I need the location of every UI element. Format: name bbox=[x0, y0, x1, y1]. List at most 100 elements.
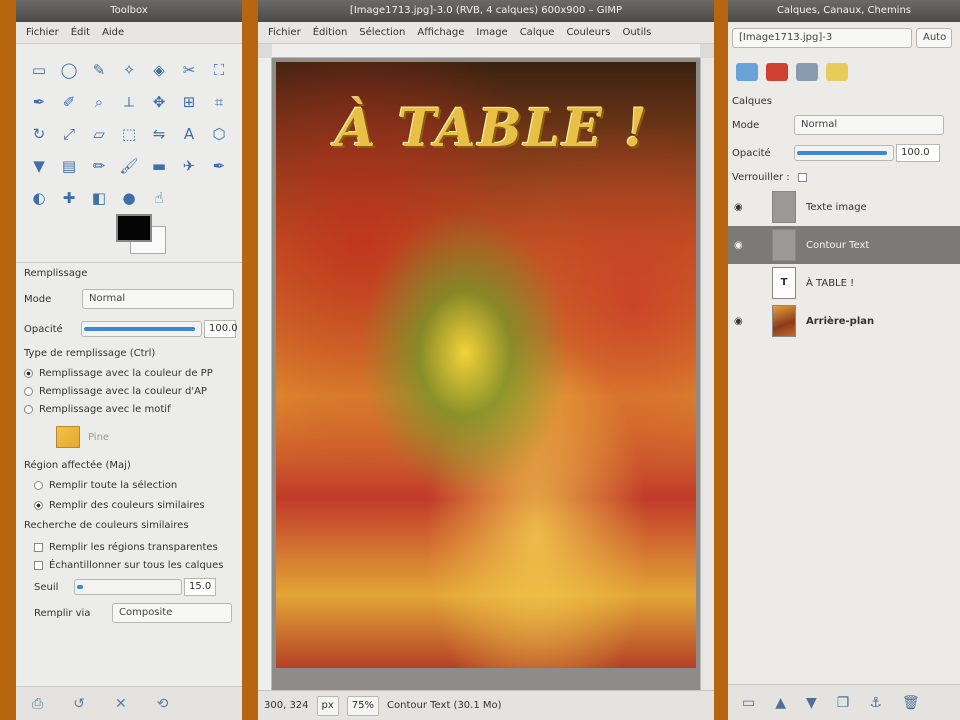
cage-icon[interactable]: ⬡ bbox=[204, 118, 234, 150]
layer-row-3[interactable]: ◉ Arrière-plan bbox=[728, 302, 960, 340]
smudge-icon[interactable]: ☝ bbox=[144, 182, 174, 214]
auto-button[interactable]: Auto bbox=[916, 28, 952, 48]
pencil-icon[interactable]: ✏ bbox=[84, 150, 114, 182]
eraser-icon[interactable]: ▬ bbox=[144, 150, 174, 182]
blend-icon[interactable]: ▤ bbox=[54, 150, 84, 182]
layer-opacity-slider[interactable] bbox=[794, 145, 894, 161]
opacity-spin[interactable]: 100.0 bbox=[204, 320, 238, 338]
check-transparent[interactable]: Remplir les régions transparentes bbox=[34, 538, 236, 556]
mode-select[interactable]: Normal bbox=[82, 289, 234, 309]
restore-options-icon[interactable]: ↺ bbox=[73, 696, 85, 712]
layer-mode-select[interactable]: Normal bbox=[794, 115, 944, 135]
color-select-icon[interactable]: ◈ bbox=[144, 54, 174, 86]
anchor-layer-icon[interactable]: ⚓ bbox=[869, 695, 882, 711]
paths-icon[interactable]: ✒ bbox=[24, 86, 54, 118]
image-select[interactable]: [Image1713.jpg]-3 bbox=[732, 28, 912, 48]
delete-layer-icon[interactable]: 🗑 bbox=[902, 695, 920, 711]
fuzzy-select-icon[interactable]: ✧ bbox=[114, 54, 144, 86]
radio-icon[interactable] bbox=[34, 480, 43, 490]
raise-layer-icon[interactable]: ▲ bbox=[775, 695, 786, 711]
blur-icon[interactable]: ● bbox=[114, 182, 144, 214]
threshold-spin[interactable]: 15.0 bbox=[184, 578, 216, 596]
check-sample-merged[interactable]: Échantillonner sur tous les calques bbox=[34, 556, 236, 574]
zoom-icon[interactable]: ⌕ bbox=[84, 86, 114, 118]
affected-option-similar[interactable]: Remplir des couleurs similaires bbox=[34, 496, 236, 514]
shear-icon[interactable]: ▱ bbox=[84, 118, 114, 150]
new-layer-icon[interactable]: ▭ bbox=[742, 695, 755, 711]
radio-icon[interactable] bbox=[24, 386, 33, 396]
threshold-slider[interactable] bbox=[74, 579, 182, 595]
clone-icon[interactable]: ◐ bbox=[24, 182, 54, 214]
flip-icon[interactable]: ⇋ bbox=[144, 118, 174, 150]
paintbrush-icon[interactable]: 🖌 bbox=[114, 150, 144, 182]
move-icon[interactable]: ✥ bbox=[144, 86, 174, 118]
fill-type-option-fg[interactable]: Remplissage avec la couleur de PP bbox=[24, 364, 236, 382]
undo-tab-icon[interactable] bbox=[826, 63, 848, 81]
menu-affichage[interactable]: Affichage bbox=[417, 27, 464, 38]
layer-row-1[interactable]: ◉ Contour Text bbox=[728, 226, 960, 264]
visibility-icon[interactable]: ◉ bbox=[728, 202, 772, 213]
vertical-scrollbar[interactable] bbox=[700, 58, 714, 690]
rotate-icon[interactable]: ↻ bbox=[24, 118, 54, 150]
menu-fichier[interactable]: Fichier bbox=[268, 27, 301, 38]
scale-icon[interactable]: ⤢ bbox=[54, 118, 84, 150]
pattern-swatch[interactable] bbox=[56, 426, 80, 448]
ellipse-select-icon[interactable]: ◯ bbox=[54, 54, 84, 86]
menu-outils[interactable]: Outils bbox=[622, 27, 651, 38]
layer-row-2[interactable]: T À TABLE ! bbox=[728, 264, 960, 302]
heal-icon[interactable]: ✚ bbox=[54, 182, 84, 214]
reset-options-icon[interactable]: ⟲ bbox=[157, 696, 169, 712]
affected-option-selection[interactable]: Remplir toute la sélection bbox=[34, 476, 236, 494]
vertical-ruler[interactable] bbox=[258, 58, 272, 690]
perspective-icon[interactable]: ⬚ bbox=[114, 118, 144, 150]
layers-tab-icon[interactable] bbox=[736, 63, 758, 81]
measure-icon[interactable]: ⟂ bbox=[114, 86, 144, 118]
radio-icon[interactable] bbox=[24, 404, 33, 414]
menu-couleurs[interactable]: Couleurs bbox=[566, 27, 610, 38]
visibility-icon[interactable]: ◉ bbox=[728, 240, 772, 251]
channels-tab-icon[interactable] bbox=[766, 63, 788, 81]
horizontal-ruler[interactable] bbox=[272, 44, 700, 58]
free-select-icon[interactable]: ✎ bbox=[84, 54, 114, 86]
opacity-slider[interactable] bbox=[81, 321, 202, 337]
fill-by-select[interactable]: Composite bbox=[112, 603, 232, 623]
menu-edit[interactable]: Édit bbox=[71, 27, 90, 38]
perspective-clone-icon[interactable]: ◧ bbox=[84, 182, 114, 214]
text-icon[interactable]: A bbox=[174, 118, 204, 150]
image-canvas[interactable]: À TABLE ! bbox=[276, 62, 696, 668]
lock-checkbox-icon[interactable] bbox=[797, 172, 807, 182]
color-selector[interactable] bbox=[116, 214, 176, 254]
save-options-icon[interactable]: ⎙ bbox=[32, 696, 43, 712]
canvas-area[interactable]: À TABLE ! bbox=[272, 58, 700, 690]
zoom-select[interactable]: 75% bbox=[346, 695, 380, 716]
menu-selection[interactable]: Sélection bbox=[359, 27, 405, 38]
duplicate-layer-icon[interactable]: ❐ bbox=[837, 695, 850, 711]
checkbox-icon[interactable] bbox=[34, 542, 43, 552]
bucket-fill-icon[interactable]: ▼ bbox=[24, 150, 54, 182]
fill-type-option-pattern[interactable]: Remplissage avec le motif bbox=[24, 400, 236, 418]
delete-options-icon[interactable]: ✕ bbox=[115, 696, 127, 712]
layer-row-0[interactable]: ◉ Texte image bbox=[728, 188, 960, 226]
layer-opacity-spin[interactable]: 100.0 bbox=[896, 144, 940, 162]
menu-aide[interactable]: Aide bbox=[102, 27, 124, 38]
lower-layer-icon[interactable]: ▼ bbox=[806, 695, 817, 711]
color-picker-icon[interactable]: ✐ bbox=[54, 86, 84, 118]
airbrush-icon[interactable]: ✈ bbox=[174, 150, 204, 182]
align-icon[interactable]: ⊞ bbox=[174, 86, 204, 118]
radio-icon[interactable] bbox=[24, 368, 33, 378]
crop-icon[interactable]: ⌗ bbox=[204, 86, 234, 118]
foreground-select-icon[interactable]: ⛶ bbox=[204, 54, 234, 86]
radio-icon[interactable] bbox=[34, 500, 43, 510]
rect-select-icon[interactable]: ▭ bbox=[24, 54, 54, 86]
scissors-icon[interactable]: ✂ bbox=[174, 54, 204, 86]
ink-icon[interactable]: ✒ bbox=[204, 150, 234, 182]
menu-fichier[interactable]: Fichier bbox=[26, 27, 59, 38]
checkbox-icon[interactable] bbox=[34, 560, 43, 570]
fill-type-option-bg[interactable]: Remplissage avec la couleur d'AP bbox=[24, 382, 236, 400]
menu-image[interactable]: Image bbox=[476, 27, 507, 38]
menu-edition[interactable]: Édition bbox=[313, 27, 348, 38]
menu-calque[interactable]: Calque bbox=[520, 27, 555, 38]
foreground-color-swatch[interactable] bbox=[116, 214, 152, 242]
paths-tab-icon[interactable] bbox=[796, 63, 818, 81]
visibility-icon[interactable]: ◉ bbox=[728, 316, 772, 327]
